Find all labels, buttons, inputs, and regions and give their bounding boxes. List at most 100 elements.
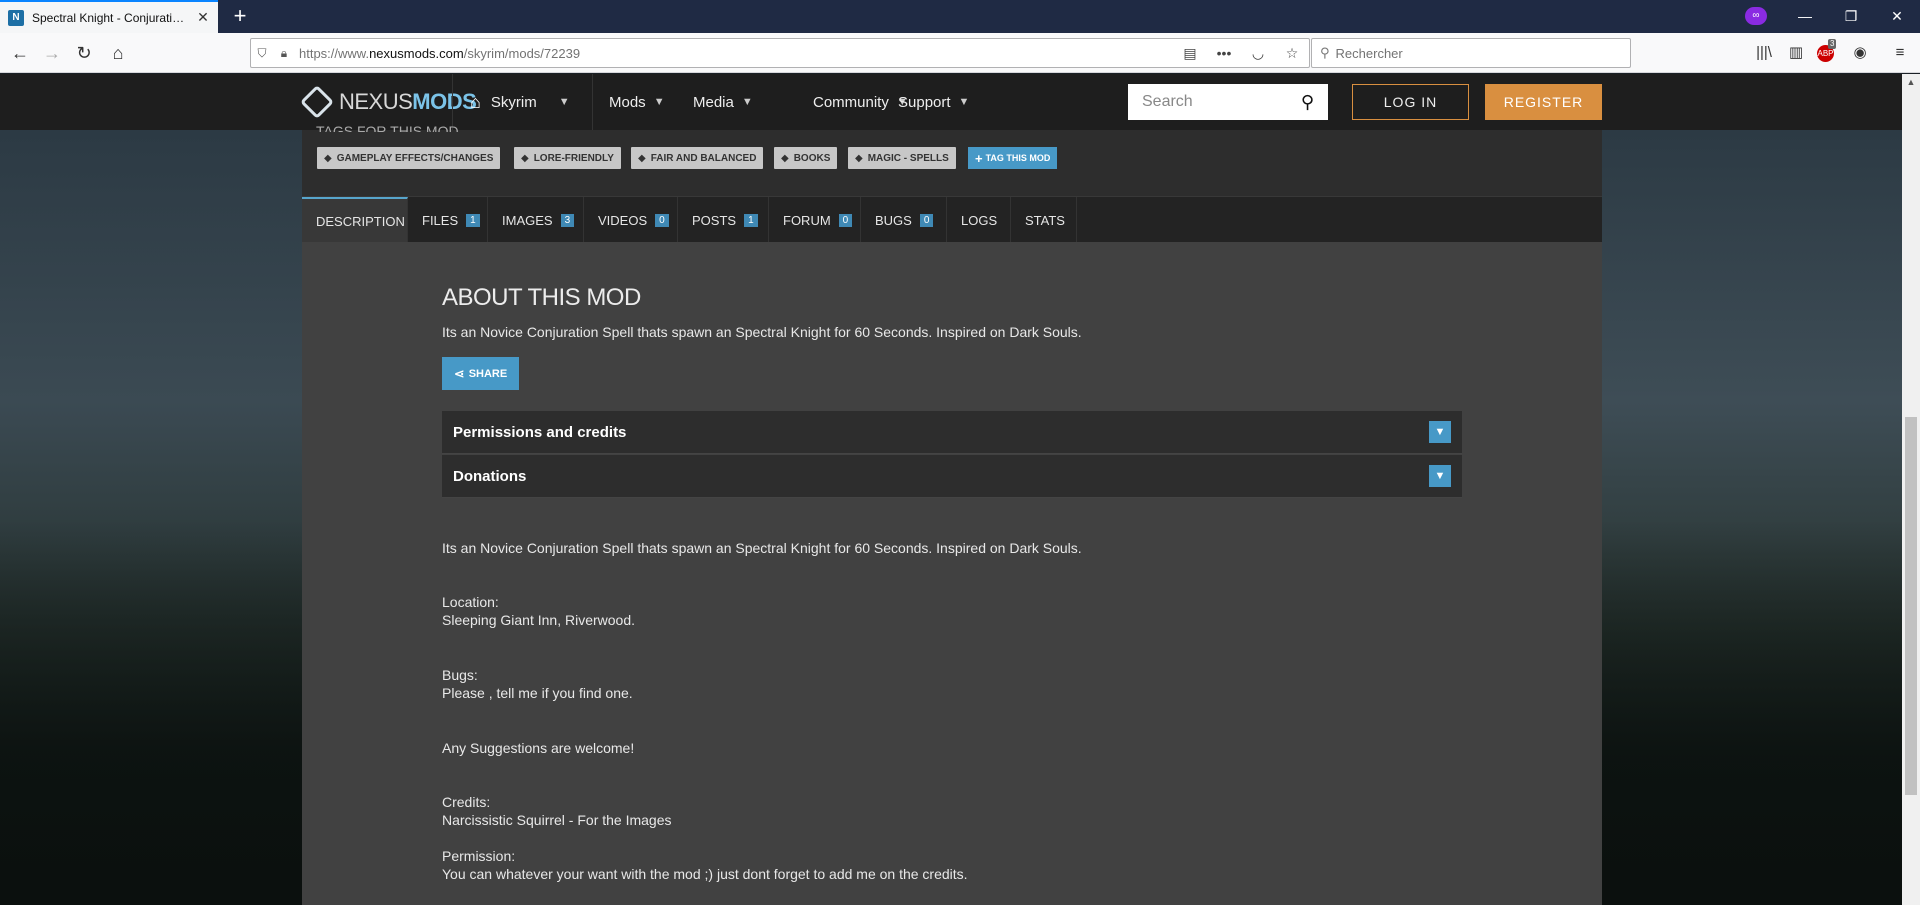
browser-search-placeholder: Rechercher [1335,45,1403,61]
tab-description[interactable]: DESCRIPTION [302,197,408,243]
account-icon[interactable]: ◉ [1846,39,1874,67]
tab-label: DESCRIPTION [316,213,405,229]
tag-label: LORE-FRIENDLY [533,152,614,164]
browser-tab[interactable]: N Spectral Knight - Conjuration S ✕ [0,0,218,33]
location-label: Location: [442,594,499,610]
chevron-down-icon[interactable]: ▼ [1429,421,1451,443]
tag-fair-and-balanced[interactable]: ◆ FAIR AND BALANCED [631,147,764,169]
tab-count-badge: 0 [919,213,934,227]
minimize-window-icon[interactable]: — [1782,0,1828,33]
url-bar[interactable]: ⛉ 🔒︎ https://www.nexusmods.com/skyrim/mo… [250,38,1310,68]
tag-icon: ◆ [855,152,863,164]
nav-mods[interactable]: Mods ▼ [609,74,665,130]
tag-label: MAGIC - SPELLS [867,152,949,164]
search-icon: ⚲ [1320,45,1330,60]
logo-text-mods: MODS [412,89,477,114]
location-value: Sleeping Giant Inn, Riverwood. [442,612,635,628]
tab-label: FORUM [783,212,831,228]
nexusmods-logo[interactable]: NEXUS MODS [300,74,477,130]
browser-search-input[interactable]: ⚲ Rechercher [1311,38,1631,68]
tag-this-mod-button[interactable]: + TAG THIS MOD [968,147,1058,169]
tab-bugs[interactable]: BUGS 0 [861,197,947,243]
accordion-permissions[interactable]: Permissions and credits ▼ [442,411,1462,454]
bugs-label: Bugs: [442,667,478,683]
chevron-down-icon[interactable]: ▼ [1429,465,1451,487]
tab-videos[interactable]: VIDEOS 0 [584,197,678,243]
tab-label: POSTS [692,212,737,228]
tag-lore-friendly[interactable]: ◆ LORE-FRIENDLY [514,147,621,169]
home-game-icon: ⌂ [470,91,481,112]
nav-support[interactable]: Support ▼ [898,74,969,130]
url-text[interactable]: https://www.nexusmods.com/skyrim/mods/72… [295,46,1173,61]
new-tab-button[interactable]: + [228,4,252,28]
plus-icon: + [975,150,983,166]
tag-books[interactable]: ◆ BOOKS [774,147,838,169]
lock-icon[interactable]: 🔒︎ [273,46,295,61]
tag-icon: ◆ [781,152,789,164]
menu-icon[interactable]: ≡ [1886,39,1914,67]
accordion-donations[interactable]: Donations ▼ [442,455,1462,498]
header-divider [592,74,593,130]
library-icon[interactable]: |||\ [1750,39,1778,67]
nav-community-label: Community [813,93,889,111]
share-icon: ⋖ [453,365,465,381]
tab-logs[interactable]: LOGS [947,197,1011,243]
close-tab-icon[interactable]: ✕ [196,9,210,26]
tab-files[interactable]: FILES 1 [408,197,488,243]
tag-gameplay-effects[interactable]: ◆ GAMEPLAY EFFECTS/CHANGES [317,147,501,169]
browser-nav-bar: ← → ↻ ⌂ ⛉ 🔒︎ https://www.nexusmods.com/s… [0,33,1920,73]
tag-icon: ◆ [324,152,332,164]
tab-forum[interactable]: FORUM 0 [769,197,861,243]
bugs-value: Please , tell me if you find one. [442,685,633,701]
nexus-logo-icon [300,85,334,119]
chevron-down-icon: ▼ [958,96,970,108]
browser-tab-bar: N Spectral Knight - Conjuration S ✕ + ∞ … [0,0,1920,33]
site-header: NEXUS MODS ⌂ Skyrim ▼ Mods ▼ Media ▼ Com… [0,74,1920,130]
nav-skyrim[interactable]: ⌂ Skyrim ▼ [470,74,590,130]
forward-icon[interactable]: → [38,39,66,67]
close-window-icon[interactable]: ✕ [1874,0,1920,33]
suggestions-text: Any Suggestions are welcome! [442,740,635,756]
nav-media-label: Media [693,93,734,111]
tag-magic-spells[interactable]: ◆ MAGIC - SPELLS [848,147,956,169]
pocket-icon[interactable]: ◡ [1241,45,1275,62]
description-intro: Its an Novice Conjuration Spell thats sp… [442,540,1082,556]
tracking-shield-icon[interactable]: ⛉ [251,46,273,61]
site-search-input[interactable]: Search ⚲ [1128,84,1328,120]
tab-label: BUGS [875,212,912,228]
tab-label: FILES [422,212,459,228]
logo-text-nexus: NEXUS [339,89,413,114]
tab-count-badge: 1 [744,213,758,227]
tab-count-badge: 3 [560,213,575,227]
credits-value: Narcissistic Squirrel - For the Images [442,812,672,828]
site-search-placeholder: Search [1142,93,1193,110]
tag-icon: ◆ [638,152,646,164]
adblock-icon[interactable]: ABP 3 [1812,39,1840,67]
login-button[interactable]: LOG IN [1352,84,1469,120]
page-actions-icon[interactable]: ••• [1207,45,1241,61]
nav-mods-label: Mods [609,93,646,111]
restore-window-icon[interactable]: ❐ [1828,0,1874,33]
permission-value: You can whatever your want with the mod … [442,866,968,882]
bookmark-star-icon[interactable]: ☆ [1275,45,1309,62]
reload-icon[interactable]: ↻ [70,39,98,67]
nav-community[interactable]: Community ▼ [813,74,908,130]
scrollbar-thumb[interactable] [1905,417,1917,795]
tab-stats[interactable]: STATS [1011,197,1077,243]
tab-title: Spectral Knight - Conjuration S [32,10,190,25]
nav-skyrim-label: Skyrim [490,93,537,111]
home-icon[interactable]: ⌂ [104,39,132,67]
tag-this-mod-label: TAG THIS MOD [985,153,1051,163]
register-button[interactable]: REGISTER [1485,84,1602,120]
back-icon[interactable]: ← [6,39,34,67]
about-summary: Its an Novice Conjuration Spell thats sp… [442,324,1082,340]
private-browsing-icon: ∞ [1745,7,1767,25]
search-icon[interactable]: ⚲ [1301,92,1314,113]
scroll-up-arrow-icon[interactable]: ▲ [1902,74,1920,90]
tab-posts[interactable]: POSTS 1 [678,197,769,243]
reader-view-icon[interactable]: ▤ [1173,45,1207,62]
tab-images[interactable]: IMAGES 3 [488,197,584,243]
sidebar-icon[interactable]: ▥ [1782,39,1810,67]
nav-media[interactable]: Media ▼ [693,74,753,130]
share-button[interactable]: ⋖ SHARE [442,357,519,390]
